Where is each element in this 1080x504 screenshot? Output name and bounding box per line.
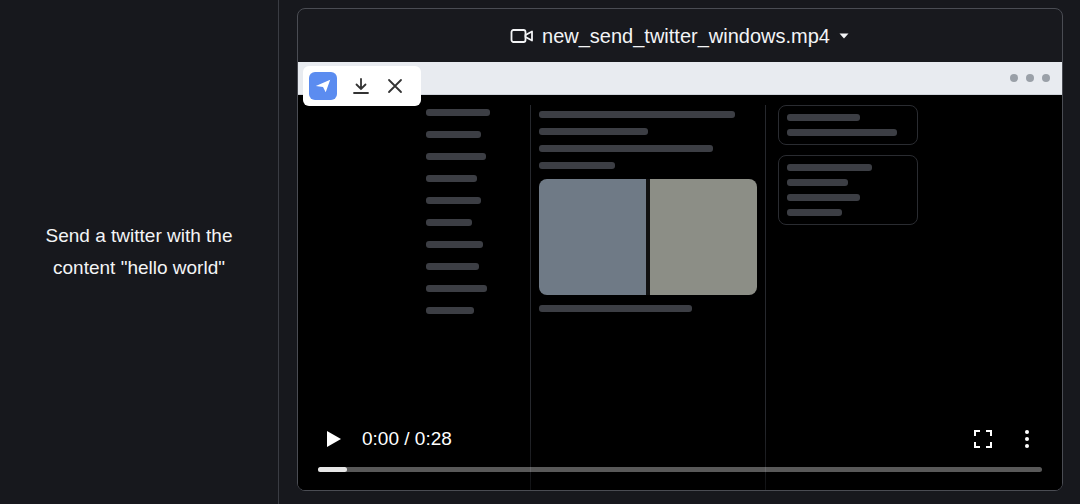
video-pane: new_send_twitter_windows.mp4 (279, 0, 1080, 504)
file-name[interactable]: new_send_twitter_windows.mp4 (542, 21, 830, 51)
video-camera-icon (510, 26, 534, 46)
close-icon[interactable] (385, 76, 405, 96)
fullscreen-icon (972, 428, 994, 450)
player-controls: 0:00 / 0:28 (298, 419, 1062, 490)
more-icon (1016, 428, 1038, 450)
caret-down-icon[interactable] (838, 30, 850, 42)
time-display: 0:00 / 0:28 (362, 425, 452, 454)
video-player[interactable]: 0:00 / 0:28 (298, 62, 1062, 490)
download-icon[interactable] (351, 76, 371, 96)
progress-fill (318, 467, 347, 472)
overlay-toolbar (303, 66, 421, 106)
play-icon (322, 428, 344, 450)
fullscreen-button[interactable] (968, 424, 998, 454)
progress-track[interactable] (318, 467, 1042, 472)
more-options-button[interactable] (1012, 424, 1042, 454)
task-description: Send a twitter with the content "hello w… (22, 220, 256, 284)
video-header[interactable]: new_send_twitter_windows.mp4 (298, 9, 1062, 62)
task-pane: Send a twitter with the content "hello w… (0, 0, 279, 504)
play-button[interactable] (318, 424, 348, 454)
video-card: new_send_twitter_windows.mp4 (297, 8, 1063, 491)
app-logo-icon[interactable] (309, 72, 337, 100)
